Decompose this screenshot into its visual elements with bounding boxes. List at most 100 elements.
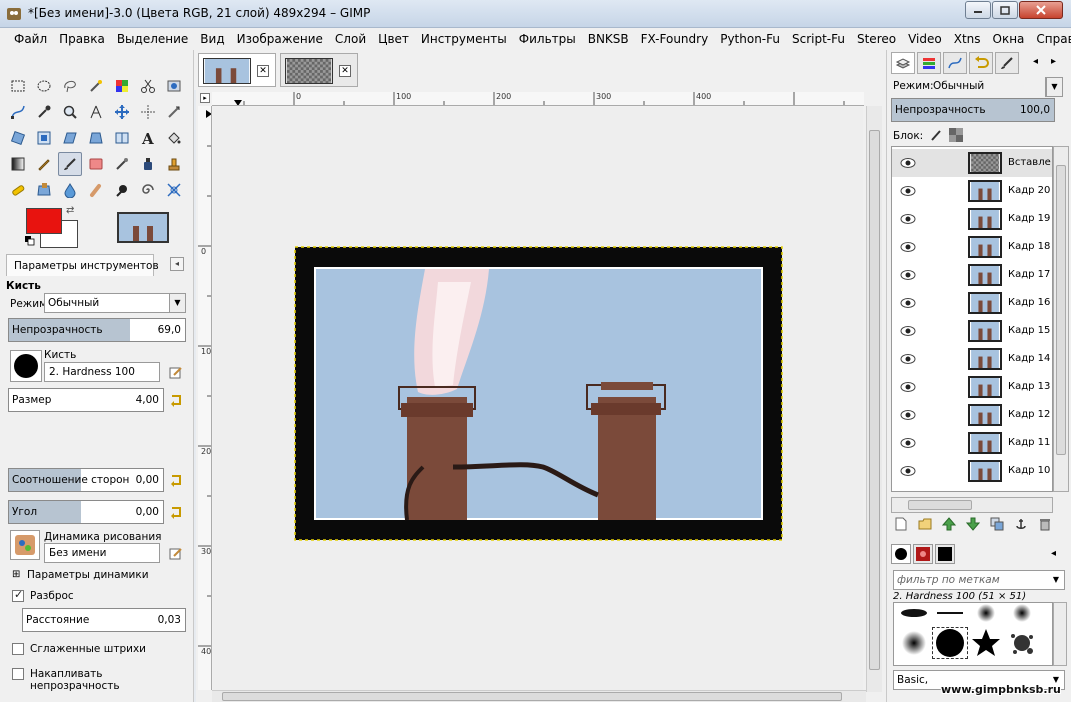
layer-mode-dropdown[interactable]: ▼: [1045, 77, 1063, 97]
paintbrush-tool[interactable]: [58, 152, 82, 176]
reset-colors-icon[interactable]: [25, 236, 35, 246]
eye-icon[interactable]: [900, 409, 916, 421]
layers-horizontal-scrollbar[interactable]: [891, 497, 1053, 513]
chevron-left-icon[interactable]: ◂: [1033, 56, 1038, 67]
menu-filters[interactable]: Фильтры: [513, 28, 582, 50]
layer-row[interactable]: Кадр 19: [892, 205, 1052, 233]
menu-bnksb[interactable]: BNKSB: [582, 28, 635, 50]
menu-file[interactable]: Файл: [8, 28, 53, 50]
menu-windows[interactable]: Окна: [987, 28, 1031, 50]
lower-layer-button[interactable]: [965, 516, 981, 532]
delete-layer-button[interactable]: [1037, 516, 1053, 532]
warp-tool[interactable]: [162, 178, 186, 202]
size-slider[interactable]: Размер 4,00: [8, 388, 164, 412]
maximize-button[interactable]: [992, 1, 1018, 19]
layer-row[interactable]: Кадр 15: [892, 317, 1052, 345]
layers-tab[interactable]: [891, 52, 915, 74]
brushes-scrollbar[interactable]: [1053, 602, 1067, 666]
blend-tool[interactable]: [6, 152, 30, 176]
menu-script-fu[interactable]: Script-Fu: [786, 28, 851, 50]
layers-vertical-scrollbar[interactable]: [1053, 146, 1069, 492]
undo-history-tab[interactable]: [969, 52, 993, 74]
eye-icon[interactable]: [900, 297, 916, 309]
brushes-menu-icon[interactable]: ◂: [1051, 548, 1056, 559]
brush-item[interactable]: [932, 603, 968, 629]
swap-colors-icon[interactable]: ⇄: [66, 205, 74, 216]
layer-row[interactable]: Кадр 18: [892, 233, 1052, 261]
accumulate-opacity-checkbox[interactable]: [12, 668, 24, 680]
paths-tab[interactable]: [943, 52, 967, 74]
smooth-strokes-checkbox[interactable]: [12, 643, 24, 655]
raise-layer-button[interactable]: [941, 516, 957, 532]
eye-icon[interactable]: [900, 465, 916, 477]
layer-row[interactable]: Кадр 12: [892, 401, 1052, 429]
layer-row[interactable]: Кадр 13: [892, 373, 1052, 401]
color-picker-tool[interactable]: [32, 100, 56, 124]
brush-item[interactable]: [1004, 603, 1040, 629]
foreground-color-swatch[interactable]: [26, 208, 62, 234]
move-tool[interactable]: [110, 100, 134, 124]
lock-pixels-icon[interactable]: [929, 128, 943, 142]
canvas-vertical-scrollbar[interactable]: [866, 106, 882, 692]
tab-menu-button[interactable]: ◂: [170, 257, 184, 271]
image-tab-1[interactable]: ✕: [198, 53, 276, 87]
eye-icon[interactable]: [900, 157, 916, 169]
select-by-color-tool[interactable]: [110, 74, 134, 98]
reset-angle-button[interactable]: [168, 504, 184, 520]
duplicate-layer-button[interactable]: [989, 516, 1005, 532]
menu-color[interactable]: Цвет: [372, 28, 415, 50]
menu-xtns[interactable]: Xtns: [948, 28, 987, 50]
active-image-preview[interactable]: [117, 212, 169, 243]
layer-row[interactable]: Кадр 17: [892, 261, 1052, 289]
menu-select[interactable]: Выделение: [111, 28, 194, 50]
menu-layer[interactable]: Слой: [329, 28, 372, 50]
horizontal-ruler[interactable]: 0 100 200 300 400: [212, 92, 864, 106]
close-tab-icon[interactable]: ✕: [257, 65, 269, 77]
layer-mode-value[interactable]: Обычный: [933, 80, 984, 92]
dynamics-params-label[interactable]: Параметры динамики: [27, 569, 149, 581]
free-select-tool[interactable]: [58, 74, 82, 98]
layers-vscroll-thumb[interactable]: [1056, 165, 1066, 455]
brush-tag-filter[interactable]: фильтр по меткам ▼: [893, 570, 1065, 590]
edit-dynamics-button[interactable]: [168, 545, 184, 561]
blur-tool[interactable]: [58, 178, 82, 202]
close-button[interactable]: [1019, 1, 1063, 19]
menu-video[interactable]: Video: [902, 28, 948, 50]
layer-row[interactable]: Кадр 14: [892, 345, 1052, 373]
canvas-hscroll-thumb[interactable]: [222, 692, 842, 701]
menu-view[interactable]: Вид: [194, 28, 230, 50]
opacity-slider[interactable]: Непрозрачность 69,0: [8, 318, 186, 342]
gradients-tab[interactable]: [935, 544, 955, 564]
smudge-tool[interactable]: [84, 178, 108, 202]
menu-help[interactable]: Справка: [1030, 28, 1071, 50]
scatter-checkbox[interactable]: [12, 588, 24, 602]
lock-alpha-icon[interactable]: [949, 128, 963, 142]
brush-name-field[interactable]: 2. Hardness 100: [44, 362, 160, 382]
quick-mask-toggle[interactable]: ▸: [200, 93, 210, 103]
bucket-fill-tool[interactable]: [162, 126, 186, 150]
brush-preview[interactable]: [10, 350, 42, 382]
tool-options-tab[interactable]: Параметры инструментов: [6, 254, 159, 276]
eye-icon[interactable]: [900, 241, 916, 253]
mode-combo[interactable]: Обычный ▼: [44, 293, 186, 313]
reset-size-button[interactable]: [168, 392, 184, 408]
align-tool[interactable]: [136, 100, 160, 124]
edit-brush-button[interactable]: [168, 364, 184, 380]
canvas-vscroll-thumb[interactable]: [869, 130, 880, 670]
foreground-select-tool[interactable]: [162, 74, 186, 98]
shear-tool[interactable]: [58, 126, 82, 150]
eye-icon[interactable]: [900, 325, 916, 337]
scissors-select-tool[interactable]: [136, 74, 160, 98]
zoom-tool[interactable]: [58, 100, 82, 124]
ink-tool[interactable]: [136, 152, 160, 176]
airbrush-tool[interactable]: [110, 152, 134, 176]
menu-tools[interactable]: Инструменты: [415, 28, 513, 50]
new-layer-group-button[interactable]: [917, 516, 933, 532]
brush-item[interactable]: [1004, 627, 1040, 659]
menu-stereo[interactable]: Stereo: [851, 28, 902, 50]
brush-item[interactable]: [896, 603, 932, 629]
channels-tab[interactable]: [917, 52, 941, 74]
menu-fx-foundry[interactable]: FX-Foundry: [635, 28, 715, 50]
layer-opacity-slider[interactable]: Непрозрачность 100,0: [891, 98, 1055, 122]
minimize-button[interactable]: [965, 1, 991, 19]
